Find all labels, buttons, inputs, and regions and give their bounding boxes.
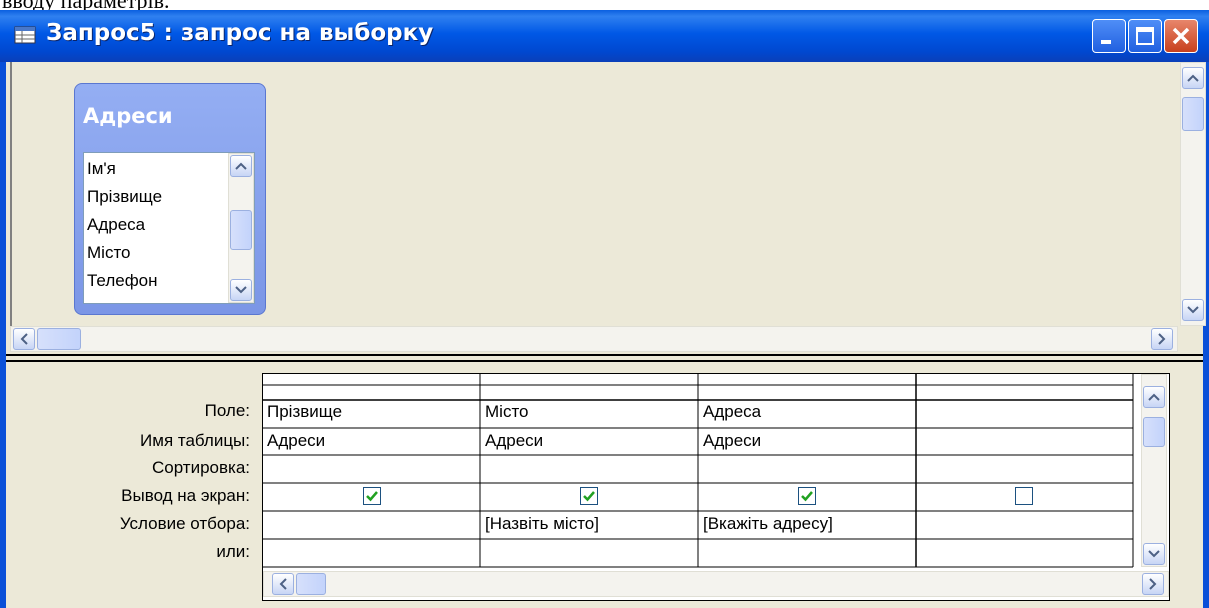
close-button[interactable] (1164, 19, 1198, 53)
close-icon (1172, 27, 1190, 45)
table-pane[interactable]: Адреси Ім'я Прізвище Адреса Місто Телефо… (10, 62, 1206, 326)
row-label-field: Поле: (204, 401, 250, 420)
title-bar[interactable]: Запрос5 : запрос на выборку (0, 10, 1209, 62)
minimize-icon (1101, 40, 1111, 44)
scroll-thumb[interactable] (296, 573, 326, 595)
table-pane-vscrollbar[interactable] (1180, 62, 1206, 326)
chevron-right-icon (1158, 333, 1166, 345)
table-box-addresses[interactable]: Адреси Ім'я Прізвище Адреса Місто Телефо… (74, 83, 266, 315)
maximize-icon (1136, 27, 1154, 45)
grid-cell-table[interactable]: Адреси (267, 431, 325, 451)
row-label-or: или: (216, 542, 250, 561)
window-title: Запрос5 : запрос на выборку (46, 20, 434, 46)
grid-cell-criteria[interactable]: [Вкажіть адресу] (703, 514, 833, 534)
scroll-up-button[interactable] (230, 155, 252, 177)
chevron-up-icon (1148, 393, 1160, 401)
field-list-item[interactable]: Ім'я (87, 159, 116, 179)
table-pane-hscrollbar[interactable] (10, 326, 1178, 352)
scroll-thumb[interactable] (37, 328, 81, 350)
show-checkbox[interactable] (1015, 487, 1033, 505)
chevron-up-icon (1187, 74, 1199, 82)
row-label-show: Вывод на экран: (121, 486, 250, 505)
field-list[interactable]: Ім'я Прізвище Адреса Місто Телефон (83, 152, 255, 304)
scroll-left-button[interactable] (272, 573, 294, 595)
scroll-right-button[interactable] (1151, 328, 1173, 350)
show-checkbox[interactable] (580, 487, 598, 505)
chevron-down-icon (235, 286, 247, 294)
scroll-up-button[interactable] (1143, 386, 1165, 408)
scroll-thumb[interactable] (1143, 417, 1165, 447)
grid-cell-field[interactable]: Прізвище (267, 402, 342, 422)
chevron-down-icon (1187, 306, 1199, 314)
scroll-right-button[interactable] (1142, 573, 1164, 595)
scroll-thumb[interactable] (230, 210, 252, 250)
row-label-sort: Сортировка: (151, 458, 250, 477)
show-checkbox[interactable] (798, 487, 816, 505)
checkmark-icon (583, 491, 595, 502)
grid-cell-table[interactable]: Адреси (703, 431, 761, 451)
field-list-item[interactable]: Телефон (87, 271, 158, 291)
pane-splitter[interactable] (6, 354, 1203, 362)
chevron-up-icon (235, 162, 247, 170)
minimize-button[interactable] (1092, 19, 1126, 53)
grid-cell-field[interactable]: Місто (485, 402, 529, 422)
table-box-title: Адреси (83, 104, 173, 128)
scroll-down-button[interactable] (230, 279, 252, 301)
checkmark-icon (801, 491, 813, 502)
checkmark-icon (366, 491, 378, 502)
row-label-criteria: Условие отбора: (119, 514, 250, 533)
field-list-item[interactable]: Адреса (87, 215, 145, 235)
show-checkbox[interactable] (363, 487, 381, 505)
row-label-table: Имя таблицы: (140, 431, 250, 450)
grid-cell-criteria[interactable]: [Назвіть місто] (485, 514, 599, 534)
grid-vscrollbar[interactable] (1141, 374, 1167, 567)
scroll-up-button[interactable] (1182, 67, 1204, 89)
query-design-grid[interactable]: Прізвище Адреси Місто Адреси [Назвіть мі… (262, 373, 1170, 601)
scroll-thumb[interactable] (1182, 97, 1204, 131)
query-icon (14, 26, 36, 44)
chevron-down-icon (1148, 550, 1160, 558)
field-list-scrollbar[interactable] (228, 153, 254, 303)
scroll-down-button[interactable] (1182, 299, 1204, 321)
field-list-item[interactable]: Прізвище (87, 187, 162, 207)
chevron-left-icon (20, 333, 28, 345)
scroll-down-button[interactable] (1143, 543, 1165, 565)
chevron-right-icon (1149, 578, 1157, 590)
field-list-item[interactable]: Місто (87, 243, 131, 263)
scroll-left-button[interactable] (13, 328, 35, 350)
grid-cell-field[interactable]: Адреса (703, 402, 761, 422)
grid-cell-table[interactable]: Адреси (485, 431, 543, 451)
chevron-left-icon (279, 578, 287, 590)
maximize-button[interactable] (1128, 19, 1162, 53)
grid-hscrollbar[interactable] (263, 571, 1169, 597)
